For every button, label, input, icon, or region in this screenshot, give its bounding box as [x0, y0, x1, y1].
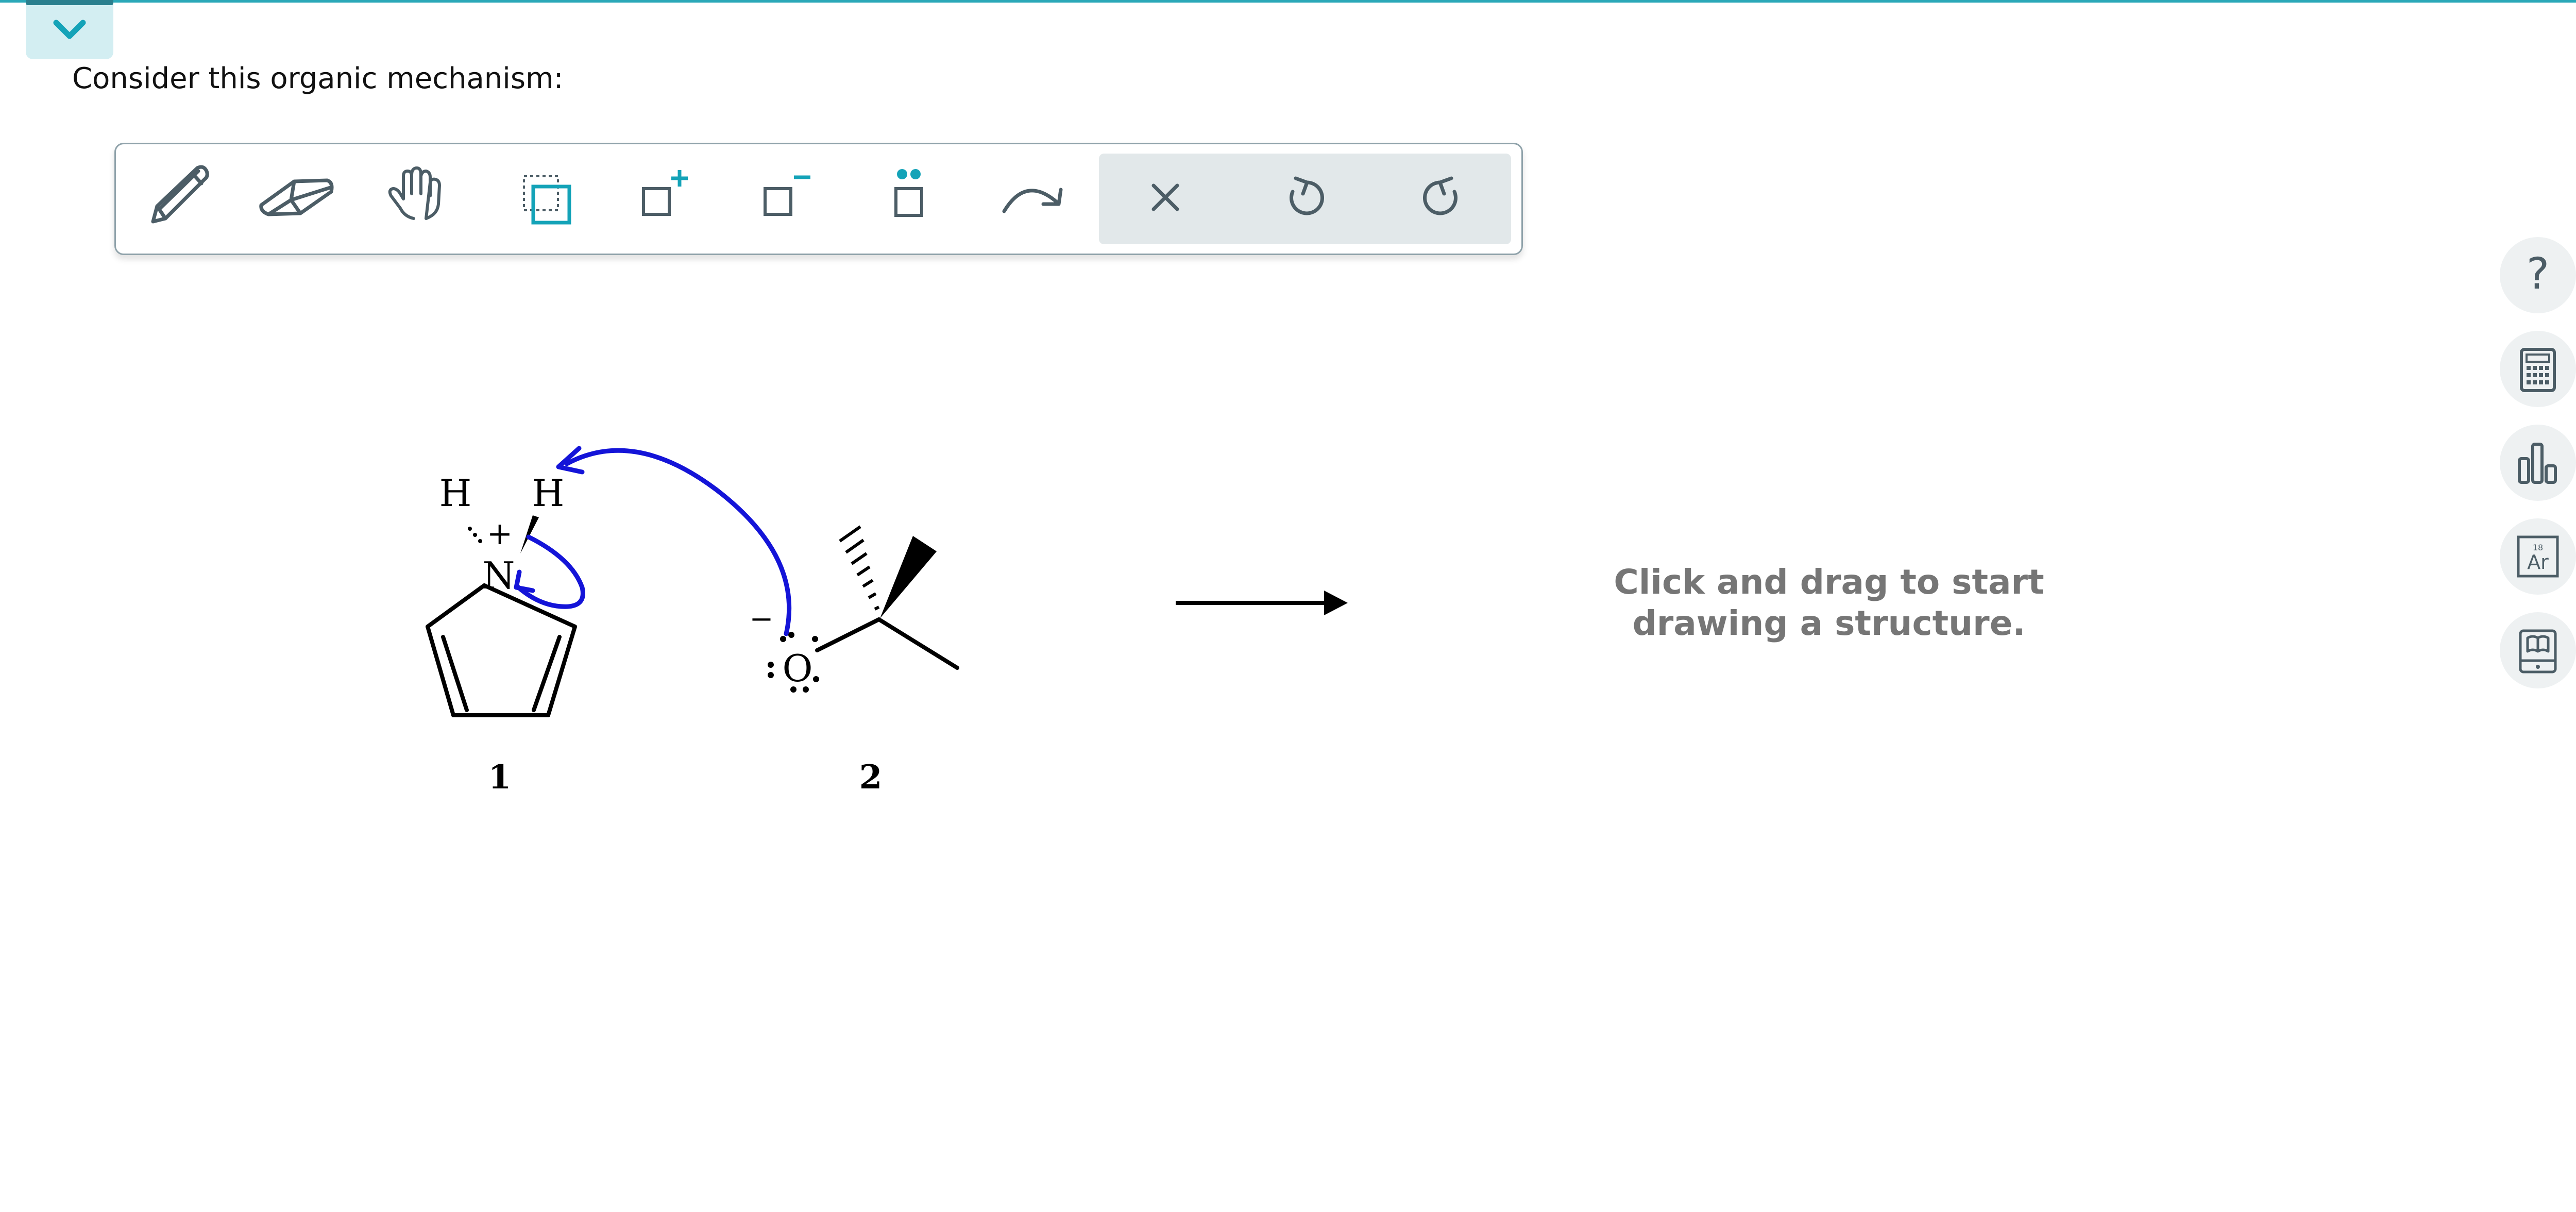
- canvas-hint-line2: drawing a structure.: [1632, 603, 2026, 643]
- charge-plus: +: [487, 516, 513, 552]
- atom-h-left: H: [439, 472, 472, 515]
- atom-o: O: [782, 647, 812, 690]
- mechanism-diagram: H H + N 1 O − 2: [426, 446, 1348, 797]
- bond-c-ch3-right: [877, 617, 959, 670]
- atom-n: N: [483, 554, 515, 597]
- bond-c2-c3: [546, 625, 577, 717]
- compound-2-structure: [815, 617, 959, 670]
- hashed-bond-c-ch3-left: [839, 525, 880, 611]
- bond-c4-c5: [426, 625, 455, 717]
- page: Consider this organic mechanism: ? 18 Ar…: [0, 0, 2576, 1212]
- compound-2-label: 2: [859, 758, 883, 797]
- bond-c2-c3-double: [532, 635, 562, 712]
- drawing-canvas-hint[interactable]: Click and drag to start drawing a struct…: [1546, 562, 2112, 644]
- bond-o-c: [815, 617, 881, 652]
- bond-c5-n: [426, 583, 486, 629]
- curved-arrow-bond-to-n: [514, 534, 585, 609]
- wedge-bond-n-h-right: [520, 515, 539, 553]
- compound-1-label: 1: [488, 758, 512, 797]
- charge-minus: −: [750, 602, 774, 636]
- canvas-hint-line1: Click and drag to start: [1614, 562, 2044, 602]
- atom-h-right: H: [532, 472, 565, 515]
- hashed-bond-n-h-left: [468, 527, 482, 543]
- wedge-bond-c-ch3-up: [880, 536, 937, 618]
- reaction-arrow: [1176, 591, 1348, 615]
